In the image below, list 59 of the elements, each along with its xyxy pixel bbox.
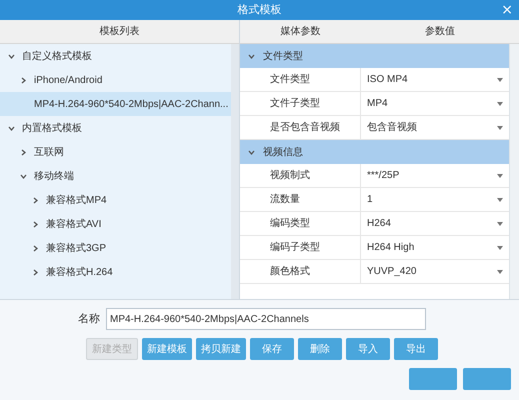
column-header: 参数值 [425, 24, 455, 39]
collapse-icon[interactable] [20, 172, 27, 180]
tree-item[interactable]: MP4-H.264-960*540-2Mbps|AAC-2Chann... [0, 92, 231, 116]
dropdown-arrow-icon [497, 222, 503, 226]
dropdown-arrow-icon [497, 126, 503, 130]
tree-item[interactable]: 兼容格式H.264 [0, 260, 231, 284]
expand-icon[interactable] [32, 220, 39, 228]
tree-item[interactable]: 互联网 [0, 140, 231, 164]
param-name: 是否包含音视频 [270, 120, 340, 135]
tree-label: 兼容格式AVI [46, 218, 102, 232]
tree-item[interactable]: 自定义格式模板 [0, 44, 231, 68]
tree-item[interactable]: iPhone/Android [0, 68, 231, 92]
collapse-icon[interactable] [8, 124, 15, 132]
column-header: 媒体参数 [280, 24, 320, 39]
tree-label: MP4-H.264-960*540-2Mbps|AAC-2Chann... [34, 98, 228, 112]
expand-icon[interactable] [20, 76, 27, 84]
param-name: 文件类型 [270, 72, 310, 87]
expand-icon[interactable] [32, 196, 39, 204]
scrollbar[interactable] [231, 44, 239, 299]
tree-label: 内置格式模板 [22, 122, 82, 136]
window-title: 格式模板 [238, 2, 282, 18]
tree-item[interactable]: 兼容格式AVI [0, 212, 231, 236]
dropdown-arrow-icon [497, 246, 503, 250]
tree-item[interactable]: 兼容格式3GP [0, 236, 231, 260]
dropdown-arrow-icon [497, 78, 503, 82]
group-header[interactable]: 文件类型 [240, 44, 509, 68]
group-label: 文件类型 [263, 50, 303, 64]
param-name: 编码子类型 [270, 240, 320, 255]
collapse-icon[interactable] [248, 148, 255, 156]
group-header[interactable]: 视频信息 [240, 140, 509, 164]
column-header: 模板列表 [100, 24, 140, 39]
param-name: 颜色格式 [270, 264, 310, 279]
tree-label: iPhone/Android [34, 74, 102, 88]
collapse-icon[interactable] [248, 52, 255, 60]
group-label: 视频信息 [263, 146, 303, 160]
dropdown-arrow-icon [497, 174, 503, 178]
tree-item[interactable]: 移动终端 [0, 164, 231, 188]
dropdown-arrow-icon [497, 270, 503, 274]
collapse-icon[interactable] [8, 52, 15, 60]
expand-icon[interactable] [20, 148, 27, 156]
tree-label: 兼容格式H.264 [46, 266, 113, 280]
tree-label: 自定义格式模板 [22, 50, 92, 64]
param-name: 视频制式 [270, 168, 310, 183]
expand-icon[interactable] [32, 268, 39, 276]
expand-icon[interactable] [32, 244, 39, 252]
param-name: 流数量 [270, 192, 300, 207]
dropdown-arrow-icon [497, 198, 503, 202]
param-name: 文件子类型 [270, 96, 320, 111]
dropdown-arrow-icon [497, 102, 503, 106]
name-field[interactable]: MP4-H.264-960*540-2Mbps|AAC-2Channels [106, 308, 426, 330]
scrollbar[interactable] [509, 44, 519, 299]
tree-item[interactable]: 内置格式模板 [0, 116, 231, 140]
tree-label: 兼容格式3GP [46, 242, 106, 256]
name-label: 名称 [78, 310, 100, 327]
tree-label: 互联网 [34, 146, 64, 160]
tree-label: 兼容格式MP4 [46, 194, 107, 208]
tree-item[interactable]: 兼容格式MP4 [0, 188, 231, 212]
tree-label: 移动终端 [34, 170, 74, 184]
param-name: 编码类型 [270, 216, 310, 231]
